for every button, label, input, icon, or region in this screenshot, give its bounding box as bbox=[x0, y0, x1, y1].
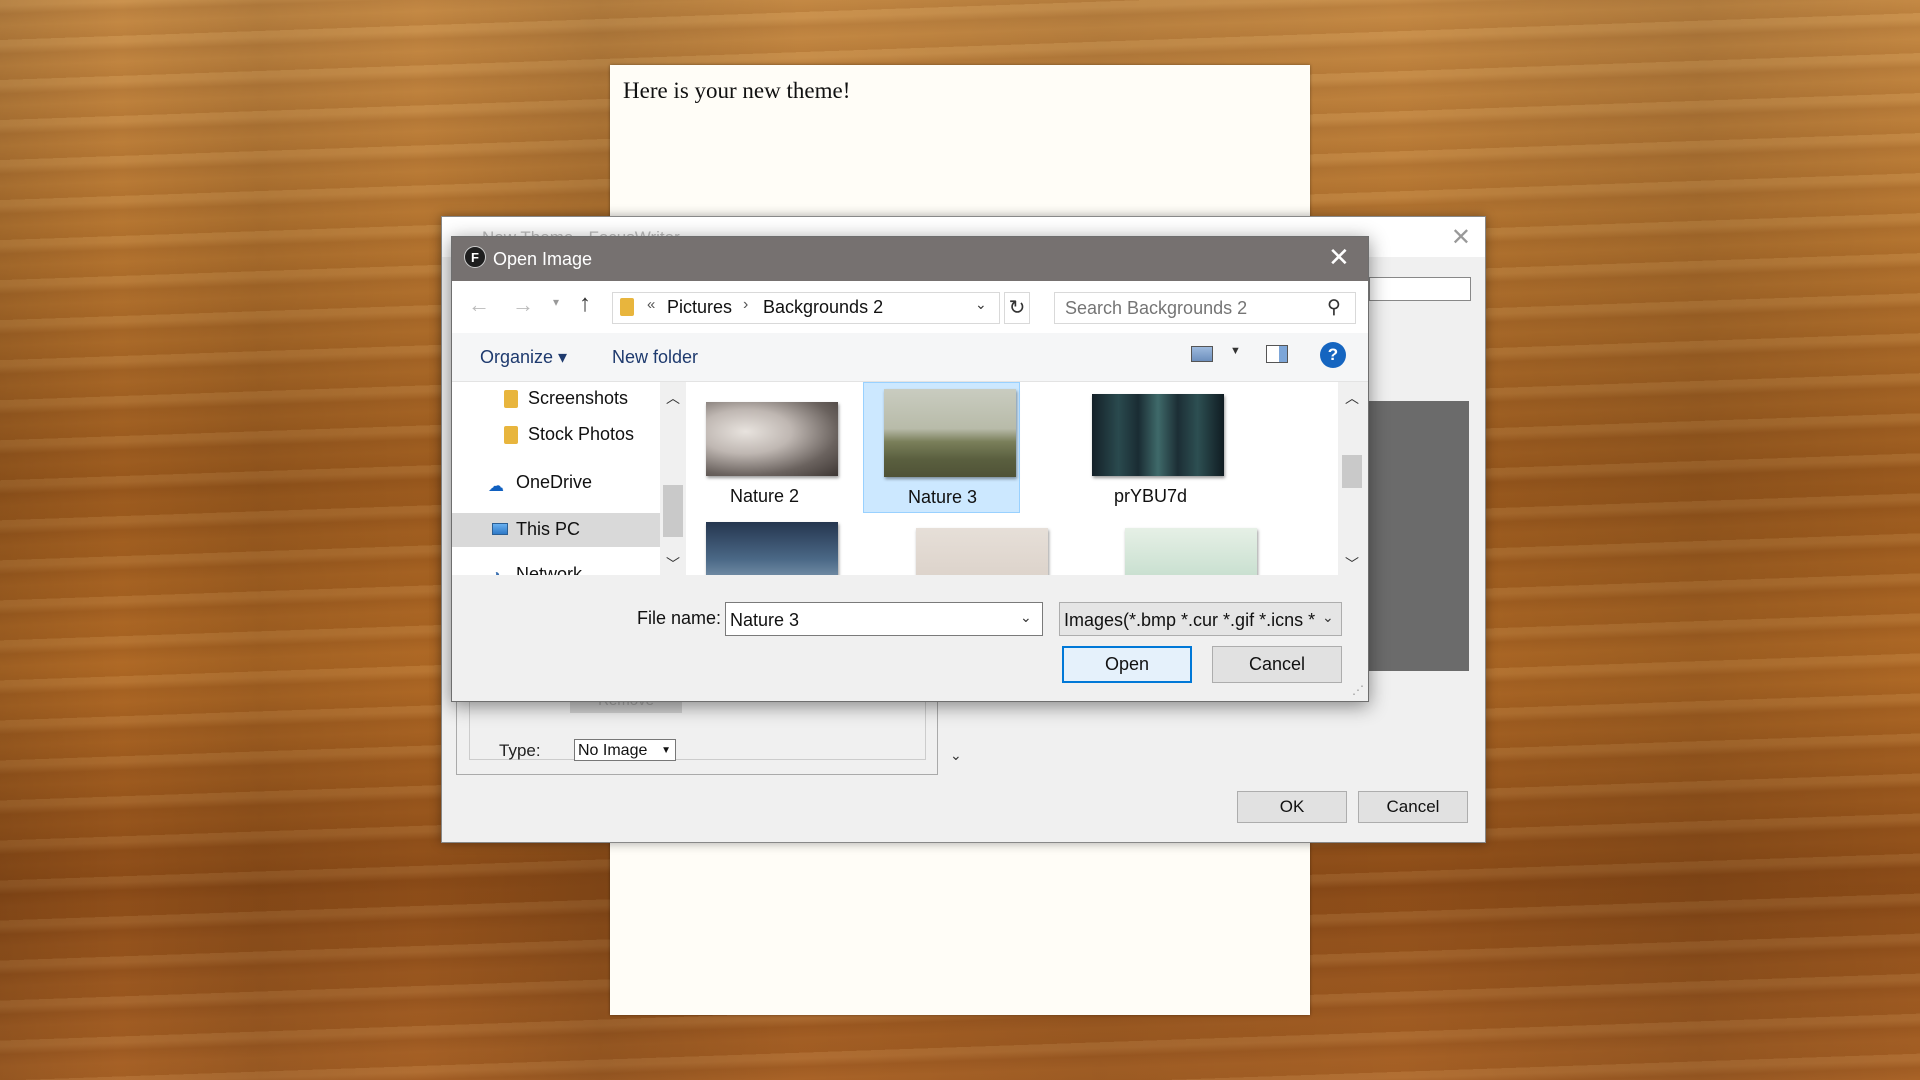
chevron-down-icon[interactable]: ﹀ bbox=[1345, 554, 1359, 574]
network-icon: ◕ bbox=[492, 566, 501, 575]
forward-arrow-icon[interactable]: → bbox=[512, 292, 534, 318]
this-pc-icon bbox=[492, 523, 508, 535]
image-thumbnail bbox=[706, 522, 838, 575]
folder-icon bbox=[504, 390, 518, 408]
nav-item-label: This PC bbox=[516, 519, 581, 539]
file-item-prybu7d[interactable]: prYBU7d bbox=[1072, 382, 1229, 513]
file-item[interactable] bbox=[896, 522, 1053, 575]
folder-icon bbox=[620, 298, 634, 316]
dropdown-arrow-icon: ▼ bbox=[661, 745, 671, 756]
preview-pane-icon-fill bbox=[1279, 346, 1287, 362]
close-icon[interactable]: ✕ bbox=[1328, 244, 1350, 270]
image-thumbnail bbox=[916, 528, 1048, 575]
file-name-input[interactable] bbox=[730, 610, 1010, 631]
theme-cancel-button[interactable]: Cancel bbox=[1358, 791, 1468, 823]
file-item[interactable] bbox=[1105, 522, 1262, 575]
image-thumbnail bbox=[706, 402, 838, 476]
open-image-dialog: F Open Image ✕ ← → ▾ ↑ « Pictures › Back… bbox=[451, 236, 1369, 702]
back-arrow-icon[interactable]: ← bbox=[468, 292, 490, 318]
background-group-inner: Remove Type: No Image ▼ bbox=[469, 701, 926, 761]
file-item[interactable] bbox=[686, 522, 843, 575]
chevron-down-icon[interactable]: ⌄ bbox=[1020, 609, 1032, 626]
type-select-value: No Image bbox=[578, 742, 648, 759]
nav-item-network[interactable]: ◕ Network bbox=[452, 558, 660, 575]
new-folder-button[interactable]: New folder bbox=[612, 347, 698, 368]
app-icon: F bbox=[464, 246, 486, 268]
remove-button[interactable]: Remove bbox=[570, 701, 682, 713]
file-item-nature-2[interactable]: Nature 2 bbox=[686, 382, 843, 513]
nav-item-label: OneDrive bbox=[516, 472, 593, 492]
nav-item-label: Network bbox=[516, 564, 583, 575]
folder-icon bbox=[504, 426, 518, 444]
recent-locations-chevron-icon[interactable]: ▾ bbox=[553, 295, 559, 309]
breadcrumb-pictures[interactable]: Pictures bbox=[667, 297, 732, 318]
nav-item-label: Screenshots bbox=[528, 388, 629, 408]
preview-pane-icon[interactable] bbox=[1266, 345, 1288, 363]
nav-item-this-pc[interactable]: This PC bbox=[452, 513, 660, 547]
file-name-combobox[interactable]: ⌄ bbox=[725, 602, 1043, 636]
chevron-up-icon[interactable]: ︿ bbox=[666, 388, 680, 408]
resize-grip-icon[interactable]: ⋰ bbox=[1352, 683, 1364, 697]
toolbar: Organize ▾ New folder ▼ ? bbox=[452, 333, 1368, 382]
dialog-titlebar: F Open Image ✕ bbox=[452, 237, 1368, 281]
search-input[interactable] bbox=[1065, 298, 1315, 319]
file-name: Nature 3 bbox=[907, 487, 978, 507]
theme-name-field[interactable] bbox=[1369, 277, 1471, 301]
search-box[interactable]: ⚲ bbox=[1054, 292, 1356, 324]
nav-item-stock-photos[interactable]: Stock Photos bbox=[452, 418, 660, 452]
type-select[interactable]: No Image ▼ bbox=[574, 739, 676, 761]
refresh-icon[interactable]: ↻ bbox=[1004, 292, 1030, 324]
close-icon[interactable]: ✕ bbox=[1451, 223, 1471, 252]
image-thumbnail bbox=[1092, 394, 1224, 476]
file-name: Nature 2 bbox=[729, 486, 800, 506]
image-thumbnail bbox=[884, 389, 1016, 477]
change-view-icon[interactable] bbox=[1191, 346, 1213, 362]
help-icon[interactable]: ? bbox=[1320, 342, 1346, 368]
breadcrumb-separator[interactable]: › bbox=[743, 296, 748, 314]
view-options-dropdown-icon[interactable]: ▼ bbox=[1230, 345, 1241, 357]
type-label: Type: bbox=[499, 741, 541, 760]
open-button[interactable]: Open bbox=[1062, 646, 1192, 683]
file-list: Nature 2 Nature 3 prYBU7d bbox=[686, 382, 1338, 575]
address-overflow[interactable]: « bbox=[647, 296, 655, 313]
file-list-scrollbar[interactable]: ︿ ﹀ bbox=[1338, 382, 1366, 575]
chevron-down-icon[interactable]: ⌄ bbox=[950, 747, 962, 764]
navigation-pane: Screenshots Stock Photos ☁ OneDrive This… bbox=[452, 382, 660, 575]
dialog-title: Open Image bbox=[493, 249, 593, 269]
navigation-bar: ← → ▾ ↑ « Pictures › Backgrounds 2 ⌄ ↻ ⚲ bbox=[452, 281, 1368, 333]
navigation-scrollbar[interactable]: ︿ ﹀ bbox=[660, 382, 686, 575]
chevron-down-icon[interactable]: ﹀ bbox=[666, 554, 680, 574]
scrollbar-thumb[interactable] bbox=[663, 485, 683, 537]
background-group: Remove Type: No Image ▼ bbox=[456, 700, 938, 775]
scrollbar-thumb[interactable] bbox=[1342, 455, 1362, 488]
cancel-button[interactable]: Cancel bbox=[1212, 646, 1342, 683]
image-thumbnail bbox=[1125, 528, 1257, 575]
nav-item-onedrive[interactable]: ☁ OneDrive bbox=[452, 466, 660, 500]
search-icon[interactable]: ⚲ bbox=[1327, 296, 1341, 319]
chevron-down-icon[interactable]: ⌄ bbox=[1322, 609, 1334, 626]
up-arrow-icon[interactable]: ↑ bbox=[579, 290, 591, 318]
theme-preview bbox=[1369, 401, 1469, 671]
file-type-select[interactable]: Images(*.bmp *.cur *.gif *.icns * ⌄ bbox=[1059, 602, 1342, 636]
chevron-down-icon[interactable]: ⌄ bbox=[975, 296, 987, 313]
breadcrumb-backgrounds-2[interactable]: Backgrounds 2 bbox=[763, 297, 883, 318]
file-name: prYBU7d bbox=[1113, 486, 1188, 506]
address-bar[interactable]: « Pictures › Backgrounds 2 ⌄ bbox=[612, 292, 1000, 324]
chevron-up-icon[interactable]: ︿ bbox=[1345, 388, 1359, 408]
document-text[interactable]: Here is your new theme! bbox=[623, 78, 850, 104]
onedrive-icon: ☁ bbox=[488, 478, 504, 495]
file-type-value: Images(*.bmp *.cur *.gif *.icns * bbox=[1064, 610, 1316, 630]
organize-button[interactable]: Organize ▾ bbox=[480, 347, 567, 368]
ok-button[interactable]: OK bbox=[1237, 791, 1347, 823]
nav-item-label: Stock Photos bbox=[528, 424, 635, 444]
nav-item-screenshots[interactable]: Screenshots bbox=[452, 382, 660, 416]
file-item-nature-3[interactable]: Nature 3 bbox=[863, 382, 1020, 513]
file-name-label: File name: bbox=[637, 608, 722, 628]
